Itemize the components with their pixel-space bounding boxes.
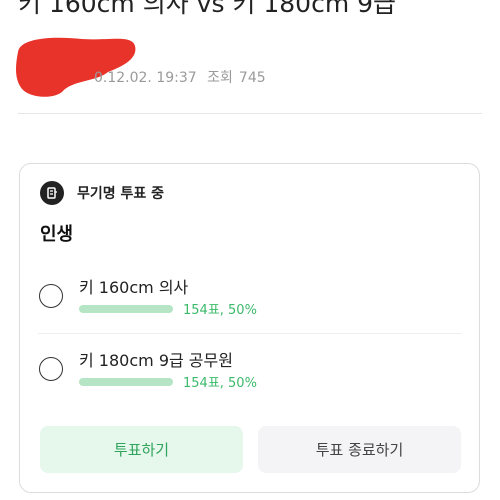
poll-status: 무기명 투표 중 — [77, 186, 165, 202]
vote-button[interactable]: 투표하기 — [40, 426, 243, 473]
post-date: 0.12.02. 19:37 — [94, 70, 197, 86]
author-redaction — [16, 37, 136, 97]
option-divider — [38, 333, 461, 334]
poll-card: 무기명 투표 중 인생 키 160cm 의사 154표, 50% 키 180cm… — [19, 163, 480, 493]
poll-icon — [40, 181, 64, 205]
result-bar — [79, 305, 173, 313]
post-title: 키 160cm 의사 vs 키 180cm 9급 — [18, 0, 397, 18]
option-label: 키 180cm 9급 공무원 — [79, 351, 233, 370]
poll-question: 인생 — [40, 224, 74, 245]
radio-button[interactable] — [39, 284, 63, 308]
option-result: 154표, 50% — [183, 303, 257, 318]
views-label: 조회 — [207, 70, 233, 86]
poll-option-2[interactable]: 키 180cm 9급 공무원 154표, 50% — [38, 335, 461, 403]
result-bar-fill — [79, 378, 173, 386]
views-count: 745 — [238, 70, 266, 86]
option-label: 키 160cm 의사 — [79, 278, 189, 297]
poll-option-1[interactable]: 키 160cm 의사 154표, 50% — [38, 262, 461, 330]
poll-header: 무기명 투표 중 — [40, 181, 164, 205]
header-divider — [18, 113, 482, 114]
radio-button[interactable] — [39, 357, 63, 381]
result-bar-fill — [79, 305, 173, 313]
post-meta: 0.12.02. 19:37 조회 745 — [94, 67, 272, 87]
result-bar — [79, 378, 173, 386]
end-vote-button[interactable]: 투표 종료하기 — [258, 426, 461, 473]
option-result: 154표, 50% — [183, 376, 257, 391]
